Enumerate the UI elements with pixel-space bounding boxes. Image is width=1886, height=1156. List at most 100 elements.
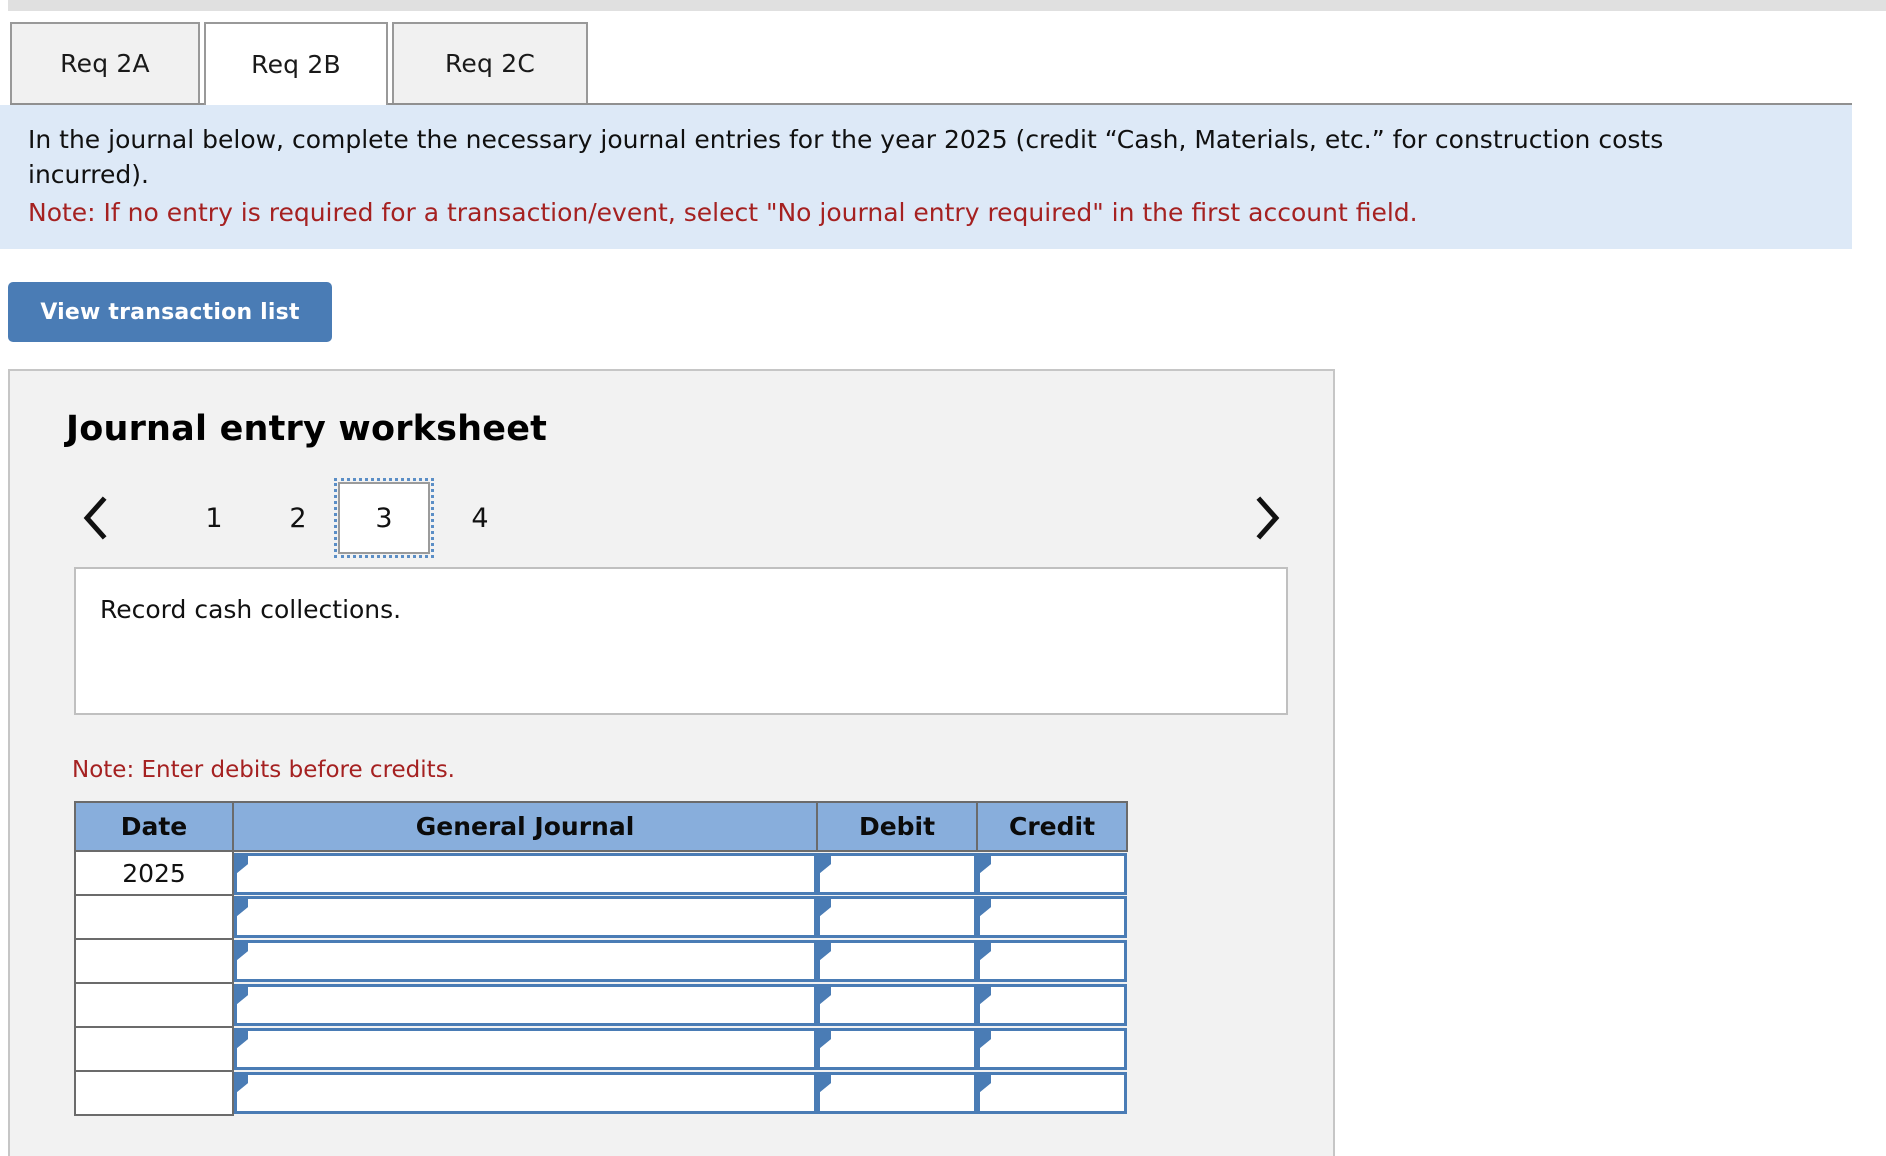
dropdown-marker-icon xyxy=(820,898,831,916)
pager-page-2-label: 2 xyxy=(289,502,307,534)
date-cell[interactable] xyxy=(74,1070,234,1116)
account-select-field[interactable] xyxy=(234,1072,817,1114)
pager-page-2[interactable]: 2 xyxy=(252,486,344,550)
credit-input-field[interactable] xyxy=(977,852,1127,895)
pager-page-3-current[interactable]: 3 xyxy=(334,478,434,558)
debit-cell[interactable] xyxy=(817,939,977,983)
column-header-general-journal: General Journal xyxy=(232,801,818,852)
dropdown-marker-icon xyxy=(980,1074,991,1092)
dropdown-marker-icon xyxy=(980,854,991,873)
debit-input-field[interactable] xyxy=(817,940,977,982)
general-journal-table: Date General Journal Debit Credit 2025 xyxy=(74,801,1128,1116)
dropdown-marker-icon xyxy=(237,942,248,960)
date-cell[interactable] xyxy=(74,938,234,984)
dropdown-marker-icon xyxy=(820,942,831,960)
pager-page-4[interactable]: 4 xyxy=(434,486,526,550)
view-transaction-list-button[interactable]: View transaction list xyxy=(8,282,332,342)
debit-cell[interactable] xyxy=(817,851,977,895)
credit-input-field[interactable] xyxy=(977,1028,1127,1070)
credit-input-field[interactable] xyxy=(977,896,1127,938)
credit-cell[interactable] xyxy=(977,1027,1127,1071)
dropdown-marker-icon xyxy=(237,986,248,1004)
general-journal-cell[interactable] xyxy=(233,1027,817,1071)
dropdown-marker-icon xyxy=(237,854,248,873)
debits-before-credits-note: Note: Enter debits before credits. xyxy=(72,757,455,783)
column-header-date: Date xyxy=(74,801,234,852)
general-journal-cell[interactable] xyxy=(233,895,817,939)
dropdown-marker-icon xyxy=(237,1030,248,1048)
pager-page-4-label: 4 xyxy=(471,502,489,534)
general-journal-cell[interactable] xyxy=(233,851,817,895)
table-row xyxy=(74,938,1127,984)
credit-cell[interactable] xyxy=(977,983,1127,1027)
instruction-banner: In the journal below, complete the neces… xyxy=(0,105,1852,249)
window-top-strip xyxy=(8,0,1886,11)
credit-cell[interactable] xyxy=(977,939,1127,983)
debit-input-field[interactable] xyxy=(817,852,977,895)
dropdown-marker-icon xyxy=(237,898,248,916)
table-row xyxy=(74,894,1127,940)
tab-req-2b[interactable]: Req 2B xyxy=(204,22,388,105)
credit-cell[interactable] xyxy=(977,1071,1127,1115)
table-row xyxy=(74,1070,1127,1116)
date-cell[interactable] xyxy=(74,982,234,1028)
credit-input-field[interactable] xyxy=(977,940,1127,982)
dropdown-marker-icon xyxy=(820,854,831,873)
dropdown-marker-icon xyxy=(820,986,831,1004)
table-header-row: Date General Journal Debit Credit xyxy=(74,801,1128,852)
account-select-field[interactable] xyxy=(234,940,817,982)
debit-cell[interactable] xyxy=(817,983,977,1027)
account-select-field[interactable] xyxy=(234,852,817,895)
dropdown-marker-icon xyxy=(980,898,991,916)
dropdown-marker-icon xyxy=(980,986,991,1004)
chevron-left-icon[interactable] xyxy=(72,479,118,557)
general-journal-cell[interactable] xyxy=(233,983,817,1027)
account-select-field[interactable] xyxy=(234,1028,817,1070)
dropdown-marker-icon xyxy=(820,1074,831,1092)
account-select-field[interactable] xyxy=(234,896,817,938)
chevron-right-icon[interactable] xyxy=(1244,479,1290,557)
table-row xyxy=(74,982,1127,1028)
tab-req-2c[interactable]: Req 2C xyxy=(392,22,588,103)
account-select-field[interactable] xyxy=(234,984,817,1026)
worksheet-pager: 1 2 3 4 xyxy=(66,478,1296,558)
dropdown-marker-icon xyxy=(980,1030,991,1048)
tab-req-2a[interactable]: Req 2A xyxy=(10,22,200,103)
general-journal-cell[interactable] xyxy=(233,1071,817,1115)
debit-cell[interactable] xyxy=(817,895,977,939)
dropdown-marker-icon xyxy=(237,1074,248,1092)
column-header-debit: Debit xyxy=(816,801,978,852)
table-row xyxy=(74,1026,1127,1072)
dropdown-marker-icon xyxy=(980,942,991,960)
debit-input-field[interactable] xyxy=(817,896,977,938)
debit-input-field[interactable] xyxy=(817,1072,977,1114)
dropdown-marker-icon xyxy=(820,1030,831,1048)
date-cell[interactable] xyxy=(74,894,234,940)
date-cell[interactable]: 2025 xyxy=(74,850,234,896)
table-row: 2025 xyxy=(74,850,1127,896)
transaction-description-box: Record cash collections. xyxy=(74,567,1288,715)
debit-input-field[interactable] xyxy=(817,984,977,1026)
tab-req-2c-label: Req 2C xyxy=(444,49,535,78)
date-cell[interactable] xyxy=(74,1026,234,1072)
worksheet-title: Journal entry worksheet xyxy=(66,409,548,449)
credit-cell[interactable] xyxy=(977,895,1127,939)
credit-input-field[interactable] xyxy=(977,1072,1127,1114)
tab-req-2b-label: Req 2B xyxy=(251,50,341,79)
transaction-description-text: Record cash collections. xyxy=(100,595,402,624)
general-journal-cell[interactable] xyxy=(233,939,817,983)
debit-input-field[interactable] xyxy=(817,1028,977,1070)
column-header-credit: Credit xyxy=(976,801,1128,852)
pager-page-1[interactable]: 1 xyxy=(168,486,260,550)
pager-page-1-label: 1 xyxy=(205,502,223,534)
debit-cell[interactable] xyxy=(817,1071,977,1115)
instruction-text: In the journal below, complete the neces… xyxy=(28,125,1664,189)
debit-cell[interactable] xyxy=(817,1027,977,1071)
journal-entry-worksheet-panel: Journal entry worksheet 1 2 3 4 Record c… xyxy=(8,369,1335,1156)
requirement-tabs: Req 2A Req 2B Req 2C xyxy=(0,22,1886,105)
credit-cell[interactable] xyxy=(977,851,1127,895)
credit-input-field[interactable] xyxy=(977,984,1127,1026)
tab-req-2a-label: Req 2A xyxy=(60,49,150,78)
instruction-note: Note: If no entry is required for a tran… xyxy=(28,198,1418,227)
pager-page-3-label: 3 xyxy=(375,502,393,534)
